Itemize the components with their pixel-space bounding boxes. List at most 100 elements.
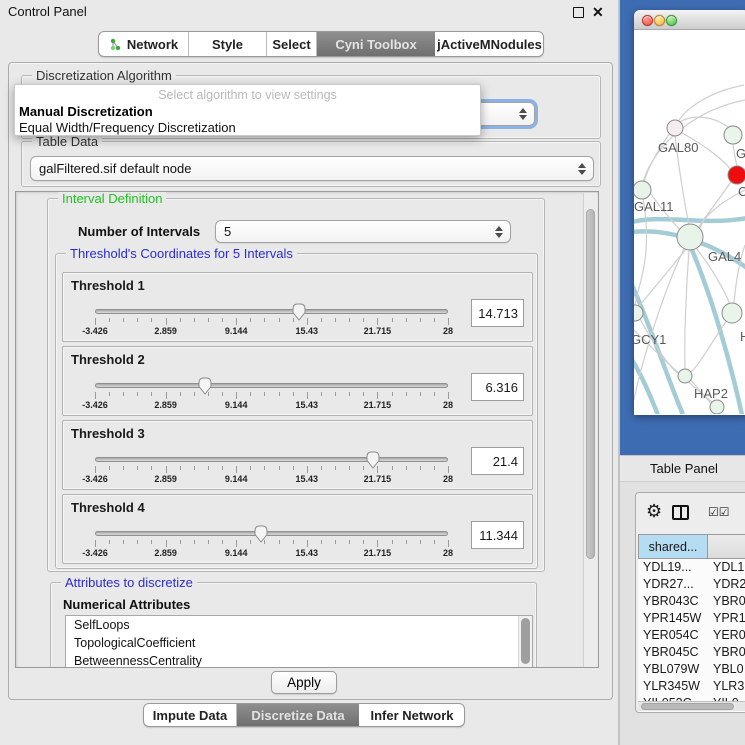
table-cell: YBL079W [638, 661, 708, 678]
network-node[interactable] [710, 400, 724, 414]
tick-label: 15.43 [296, 400, 319, 410]
tab-impute-data[interactable]: Impute Data [144, 704, 236, 726]
table-hscrollbar[interactable] [638, 701, 745, 711]
tab-cyni-toolbox[interactable]: Cyni Toolbox [316, 32, 435, 56]
tick-mark [264, 318, 265, 322]
tick-label: 2.859 [154, 400, 177, 410]
slider-tick-labels: -3.4262.8599.14415.4321.71528 [95, 474, 448, 485]
tick-mark [406, 466, 407, 470]
table-row[interactable]: YBR043CYBR0 [638, 593, 745, 610]
table-cell: YER054C [638, 627, 708, 644]
table-cell: YLR345W [638, 678, 708, 695]
columns-icon[interactable] [672, 505, 689, 520]
table-row[interactable]: YLR345WYLR3 [638, 678, 745, 695]
tick-mark [392, 540, 393, 544]
table-row[interactable]: YBR045CYBR0 [638, 644, 745, 661]
table-panel: ⚙ ☑☑ shared...na YDL19...YDL1YDR27...YDR… [635, 492, 745, 713]
table-column-header-2[interactable]: na [708, 534, 745, 559]
attributes-scrollbar[interactable] [518, 616, 532, 668]
threshold-value-field[interactable]: 6.316 [471, 373, 524, 401]
network-edge [634, 218, 745, 222]
numerical-attributes-list[interactable]: SelfLoopsTopologicalCoefficientBetweenne… [65, 615, 533, 668]
tick-label: 28 [443, 400, 453, 410]
attributes-scrollbar-thumb[interactable] [521, 618, 530, 664]
network-node-label: GAL80 [658, 140, 698, 155]
threshold-slider-track[interactable] [95, 457, 448, 462]
network-window-titlebar[interactable] [634, 10, 745, 30]
table-row[interactable]: YER054CYER0 [638, 627, 745, 644]
tick-mark [406, 392, 407, 396]
minimize-traffic-light-icon[interactable] [654, 15, 665, 26]
tick-mark [321, 466, 322, 470]
tick-mark [335, 540, 336, 544]
tick-mark [363, 318, 364, 322]
settings-scrollbar-thumb[interactable] [586, 209, 595, 559]
table-panel-titlebar: Table Panel [620, 455, 745, 482]
threshold-slider-track[interactable] [95, 383, 448, 388]
table-cell: YPR145W [638, 610, 708, 627]
threshold-value-field[interactable]: 21.4 [471, 447, 524, 475]
network-edge [635, 198, 647, 306]
network-node[interactable] [722, 303, 742, 323]
threshold-label: Threshold 3 [71, 426, 145, 441]
network-node[interactable] [634, 181, 651, 199]
network-window[interactable]: GAL80GCGAL11GAL4GCY1HHAP2 [634, 10, 745, 415]
tab-select[interactable]: Select [266, 32, 316, 56]
tick-mark [349, 540, 350, 544]
threshold-slider-track[interactable] [95, 531, 448, 536]
network-node[interactable] [724, 126, 742, 144]
tab-style[interactable]: Style [188, 32, 266, 56]
float-window-icon[interactable] [573, 7, 584, 18]
tick-mark [307, 466, 308, 473]
tab-network[interactable]: Network [99, 32, 188, 56]
network-node-label: C [738, 184, 745, 199]
network-node[interactable] [728, 166, 745, 184]
close-traffic-light-icon[interactable] [642, 15, 653, 26]
tick-mark [194, 318, 195, 322]
table-row[interactable]: YPR145WYPR1 [638, 610, 745, 627]
algorithm-option-equal-width[interactable]: Equal Width/Frequency Discretization [19, 120, 236, 135]
algorithm-option-manual[interactable]: Manual Discretization [19, 104, 153, 119]
tick-mark [448, 392, 449, 399]
table-row[interactable]: YDR27...YDR2 [638, 576, 745, 593]
tab-jactivemnodules[interactable]: jActiveMNodules [435, 32, 543, 56]
attribute-item[interactable]: BetweennessCentrality [66, 652, 532, 668]
tab-infer-network[interactable]: Infer Network [359, 704, 464, 726]
table-column-header-1[interactable]: shared... [638, 534, 708, 559]
tick-mark [166, 540, 167, 547]
table-row[interactable]: YBL079WYBL0 [638, 661, 745, 678]
slider-ticks [95, 318, 448, 325]
attribute-item[interactable]: TopologicalCoefficient [66, 634, 532, 652]
threshold-value-field[interactable]: 14.713 [471, 299, 524, 327]
threshold-value-field[interactable]: 11.344 [471, 521, 524, 549]
zoom-traffic-light-icon[interactable] [666, 15, 677, 26]
table-data-combobox[interactable]: galFiltered.sif default node [30, 156, 594, 181]
network-canvas[interactable]: GAL80GCGAL11GAL4GCY1HHAP2 [634, 30, 745, 414]
number-of-intervals-label: Number of Intervals [78, 224, 200, 239]
threshold-slider-track[interactable] [95, 309, 448, 314]
tab-discretize-data[interactable]: Discretize Data [236, 704, 359, 726]
tick-mark [208, 540, 209, 544]
tick-mark [180, 318, 181, 322]
attribute-item[interactable]: SelfLoops [66, 616, 532, 634]
tick-mark [95, 392, 96, 399]
table-row[interactable]: YDL19...YDL1 [638, 559, 745, 576]
slider-ticks [95, 540, 448, 547]
select-columns-icon[interactable]: ☑☑ [708, 505, 730, 519]
network-node[interactable] [678, 369, 692, 383]
attributes-group: Attributes to discretize Numerical Attri… [50, 582, 537, 668]
number-of-intervals-combobox[interactable]: 5 [215, 220, 511, 243]
tick-label: 9.144 [225, 474, 248, 484]
settings-scrollbar[interactable] [583, 193, 597, 668]
tick-mark [434, 392, 435, 396]
gear-icon[interactable]: ⚙ [646, 501, 662, 522]
network-node[interactable] [677, 224, 703, 250]
table-body: YDL19...YDL1YDR27...YDR2YBR043CYBR0YPR14… [638, 559, 745, 712]
tick-mark [109, 466, 110, 470]
apply-button[interactable]: Apply [271, 671, 337, 694]
table-hscrollbar-thumb[interactable] [641, 703, 734, 710]
network-node[interactable] [667, 120, 683, 136]
tick-label: -3.426 [82, 548, 108, 558]
thresholds-group-label: Threshold's Coordinates for 5 Intervals [66, 246, 297, 261]
close-icon[interactable]: ✕ [592, 2, 604, 22]
